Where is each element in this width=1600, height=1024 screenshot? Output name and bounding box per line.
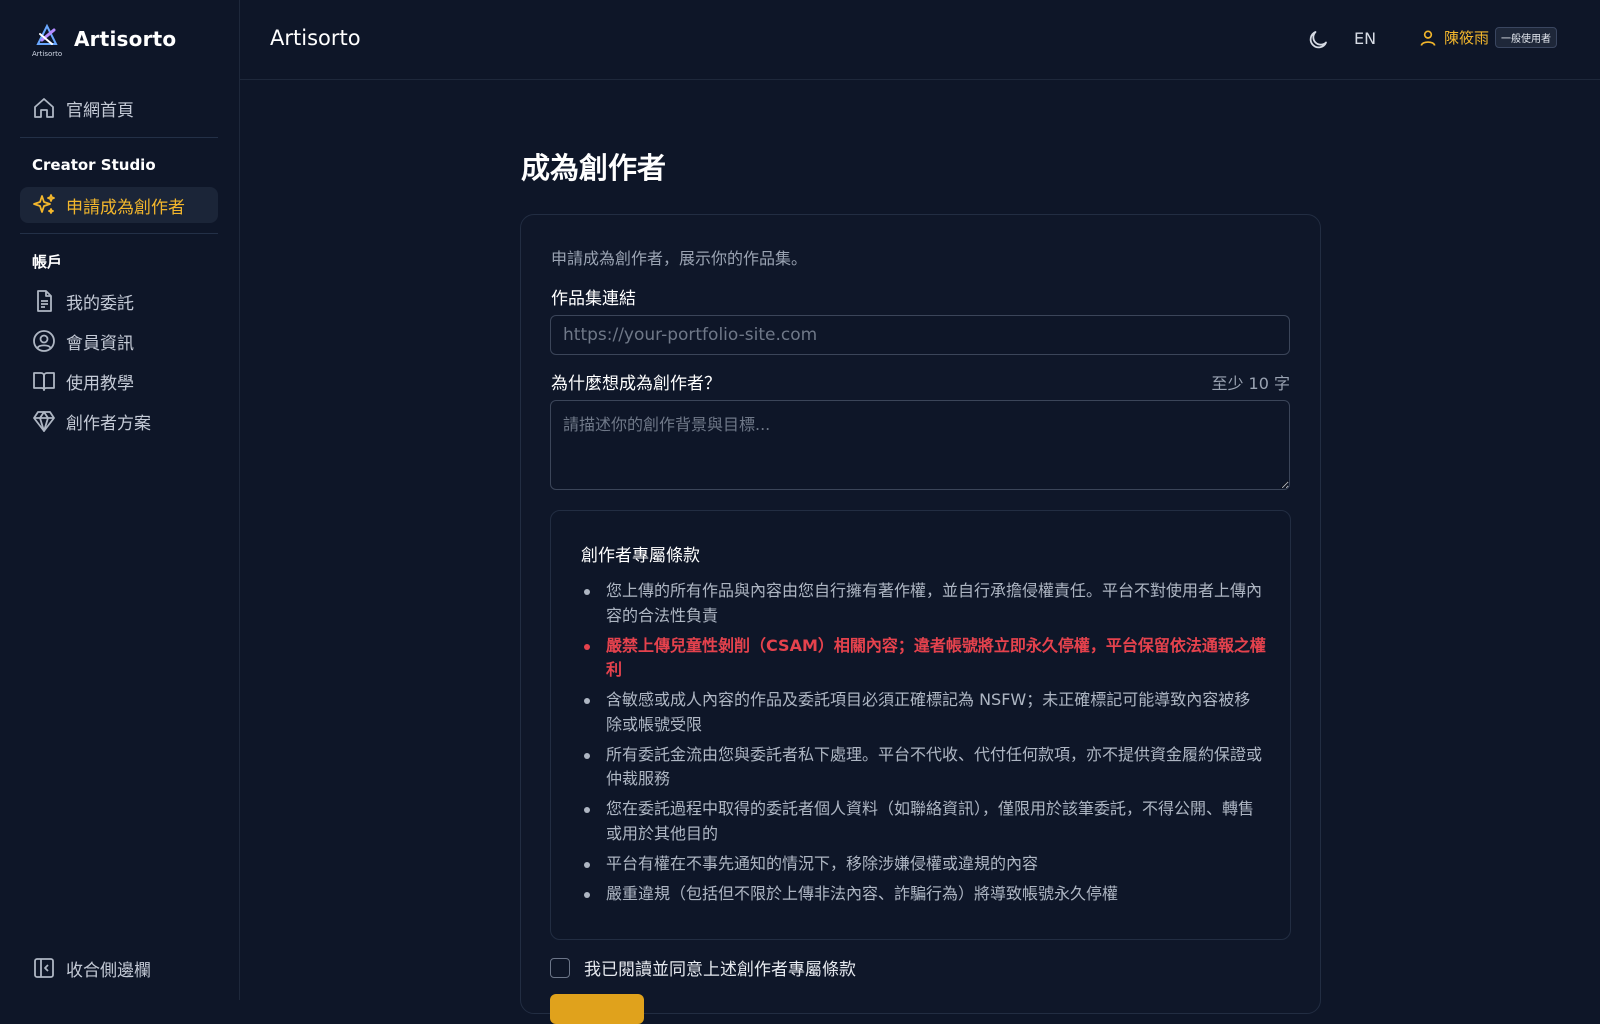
section-label-creator: Creator Studio [32, 156, 156, 174]
language-toggle[interactable]: EN [1354, 29, 1376, 48]
logo-caption: Artisorto [32, 50, 63, 58]
sidebar-item-label: 申請成為創作者 [66, 197, 185, 218]
page-header-title: Artisorto [270, 26, 361, 50]
reason-textarea[interactable] [550, 400, 1290, 490]
portfolio-label: 作品集連結 [551, 289, 636, 309]
portfolio-url-input[interactable] [550, 315, 1290, 355]
sidebar-item-label: 官網首頁 [66, 100, 134, 121]
collapse-sidebar-button[interactable]: 收合側邊欄 [20, 950, 218, 986]
section-label-account: 帳戶 [32, 253, 63, 271]
sidebar-item-label: 使用教學 [66, 373, 134, 394]
terms-item: 所有委託金流由您與委託者私下處理。平台不代收、代付任何款項，亦不提供資金履約保證… [584, 743, 1266, 792]
sidebar-item-my-commissions[interactable]: 我的委託 [20, 283, 218, 319]
sidebar-item-member-info[interactable]: 會員資訊 [20, 323, 218, 359]
brand[interactable]: Artisorto Artisorto [32, 22, 177, 58]
terms-item: 嚴重違規（包括但不限於上傳非法內容、詐騙行為）將導致帳號永久停權 [584, 882, 1266, 907]
sparkles-icon [33, 194, 55, 214]
divider [20, 233, 218, 234]
moon-icon[interactable] [1306, 28, 1330, 52]
agree-terms-label[interactable]: 我已閱讀並同意上述創作者專屬條款 [584, 955, 856, 980]
reason-min-length-hint: 至少 10 字 [1211, 374, 1290, 393]
topbar: Artisorto EN 陳筱雨 一般使用者 [240, 0, 1600, 80]
sidebar-item-label: 我的委託 [66, 293, 134, 314]
creator-terms-box: 創作者專屬條款 您上傳的所有作品與內容由您自行擁有著作權，並自行承擔侵權責任。平… [550, 510, 1291, 940]
user-menu[interactable]: 陳筱雨 一般使用者 [1418, 27, 1558, 48]
terms-title: 創作者專屬條款 [581, 546, 700, 566]
terms-item: 含敏感或成人內容的作品及委託項目必須正確標記為 NSFW；未正確標記可能導致內容… [584, 688, 1266, 737]
terms-item: 您上傳的所有作品與內容由您自行擁有著作權，並自行承擔侵權責任。平台不對使用者上傳… [584, 579, 1266, 628]
document-icon [37, 290, 52, 312]
reason-label: 為什麼想成為創作者？ [551, 374, 721, 394]
agree-terms-checkbox[interactable] [550, 957, 570, 978]
sidebar-item-creator-plans[interactable]: 創作者方案 [20, 403, 218, 439]
terms-item: 平台有權在不事先通知的情況下，移除涉嫌侵權或違規的內容 [584, 852, 1266, 877]
user-circle-icon [33, 330, 55, 352]
divider [20, 137, 218, 138]
gem-icon [33, 411, 55, 432]
sidebar: Artisorto Artisorto 官網首頁 Creator Studio … [0, 0, 240, 1000]
sidebar-item-label: 會員資訊 [66, 333, 134, 354]
user-name: 陳筱雨 [1444, 29, 1490, 47]
agree-terms-row[interactable]: 我已閱讀並同意上述創作者專屬條款 [550, 955, 856, 980]
book-open-icon [33, 372, 55, 391]
collapse-sidebar-label: 收合側邊欄 [66, 960, 151, 981]
sidebar-item-apply-creator[interactable]: 申請成為創作者 [20, 187, 218, 223]
home-icon [34, 98, 54, 118]
terms-list: 您上傳的所有作品與內容由您自行擁有著作權，並自行承擔侵權責任。平台不對使用者上傳… [584, 579, 1266, 912]
brand-name: Artisorto [74, 27, 177, 51]
sidebar-collapse-icon [34, 958, 54, 978]
user-icon [1420, 29, 1436, 46]
role-badge: 一般使用者 [1495, 27, 1558, 48]
logo-icon: Artisorto [32, 22, 66, 58]
intro-text: 申請成為創作者，展示你的作品集。 [551, 249, 808, 268]
sidebar-item-label: 創作者方案 [66, 413, 151, 434]
page-title: 成為創作者 [521, 151, 667, 185]
submit-button[interactable] [550, 994, 644, 1024]
terms-item-warning: 嚴禁上傳兒童性剝削（CSAM）相關內容；違者帳號將立即永久停權，平台保留依法通報… [584, 634, 1266, 683]
sidebar-item-tutorial[interactable]: 使用教學 [20, 363, 218, 399]
terms-item: 您在委託過程中取得的委託者個人資料（如聯絡資訊），僅限用於該筆委託，不得公開、轉… [584, 797, 1266, 846]
sidebar-item-home[interactable]: 官網首頁 [20, 90, 218, 126]
